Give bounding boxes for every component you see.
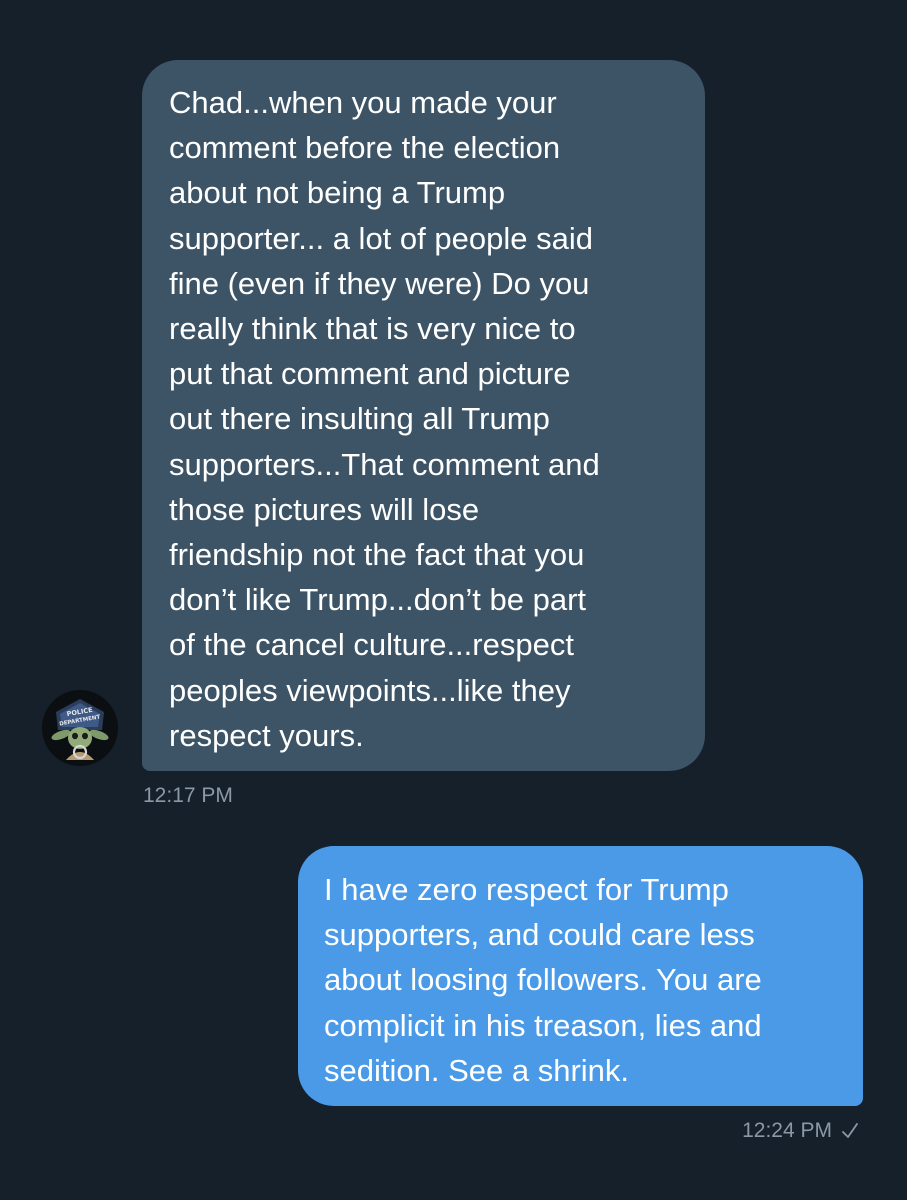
sent-message-time: 12:24 PM (742, 1119, 832, 1142)
received-message-bubble[interactable]: Chad...when you made your comment before… (142, 60, 705, 771)
sent-message-bubble[interactable]: I have zero respect for Trump supporters… (298, 846, 863, 1106)
police-baby-yoda-avatar-icon: POLICE DEPARTMENT (42, 690, 118, 766)
checkmark-icon (841, 1122, 859, 1140)
sent-message-meta: 12:24 PM (742, 1119, 859, 1143)
received-message-time: 12:17 PM (143, 784, 233, 807)
sender-avatar[interactable]: POLICE DEPARTMENT (42, 690, 118, 766)
